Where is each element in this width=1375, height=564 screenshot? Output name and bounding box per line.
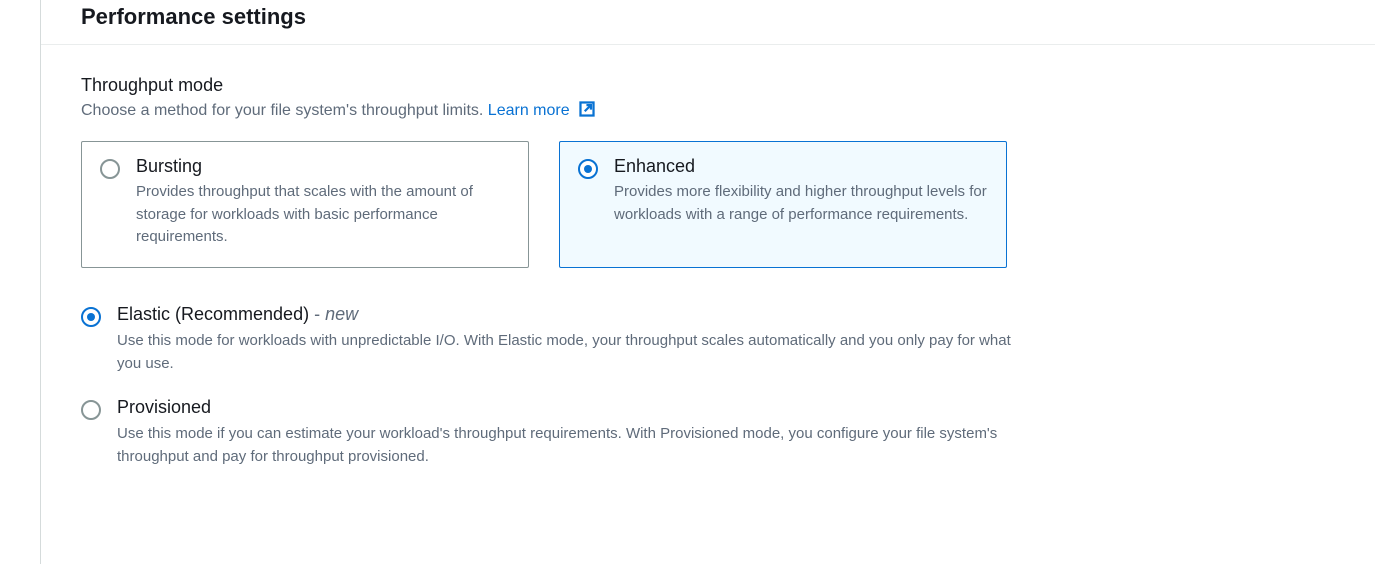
throughput-help-text: Choose a method for your file system's t… bbox=[81, 102, 488, 119]
throughput-mode-tiles: Bursting Provides throughput that scales… bbox=[81, 141, 1335, 268]
throughput-tile-enhanced[interactable]: Enhanced Provides more flexibility and h… bbox=[559, 141, 1007, 268]
radio-icon bbox=[81, 400, 101, 420]
elastic-suffix-dash: - bbox=[309, 304, 325, 324]
elastic-new-tag: new bbox=[325, 304, 358, 324]
enhanced-desc: Provides more flexibility and higher thr… bbox=[614, 181, 988, 226]
learn-more-label: Learn more bbox=[488, 102, 570, 119]
throughput-tile-bursting[interactable]: Bursting Provides throughput that scales… bbox=[81, 141, 529, 268]
elastic-title: Elastic (Recommended) bbox=[117, 304, 309, 324]
bursting-desc: Provides throughput that scales with the… bbox=[136, 181, 510, 249]
performance-settings-heading: Performance settings bbox=[81, 4, 1335, 30]
provisioned-desc: Use this mode if you can estimate your w… bbox=[117, 422, 1037, 469]
learn-more-link[interactable]: Learn more bbox=[488, 102, 596, 119]
elastic-desc: Use this mode for workloads with unpredi… bbox=[117, 329, 1037, 376]
submode-option-elastic[interactable]: Elastic (Recommended) - new Use this mod… bbox=[81, 304, 1041, 376]
radio-icon bbox=[578, 159, 598, 179]
radio-icon bbox=[81, 307, 101, 327]
throughput-mode-heading: Throughput mode bbox=[81, 75, 1335, 96]
radio-icon bbox=[100, 159, 120, 179]
bursting-title: Bursting bbox=[136, 156, 510, 177]
submode-option-provisioned[interactable]: Provisioned Use this mode if you can est… bbox=[81, 397, 1041, 469]
provisioned-title: Provisioned bbox=[117, 397, 1037, 418]
enhanced-title: Enhanced bbox=[614, 156, 988, 177]
external-link-icon bbox=[578, 100, 596, 123]
enhanced-submode-group: Elastic (Recommended) - new Use this mod… bbox=[81, 304, 1041, 469]
throughput-mode-help: Choose a method for your file system's t… bbox=[81, 100, 1335, 123]
